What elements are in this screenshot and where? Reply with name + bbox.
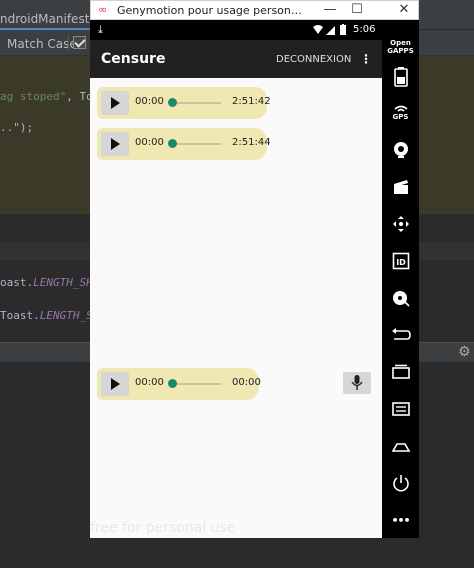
code-line-1: ag stoped", Toa xyxy=(0,90,99,103)
audio-player: 00:00 00:00 xyxy=(97,368,261,400)
device-screen: ⤓ 5:06 Censure DECONNEXION ⋮ 00:00 2:51:… xyxy=(90,20,382,538)
status-time: 5:06 xyxy=(353,24,376,35)
total-duration: 2:51:44 xyxy=(232,137,271,148)
window-title: Genymotion pour usage personne... xyxy=(117,4,307,17)
home-icon xyxy=(391,443,410,452)
back-button[interactable] xyxy=(382,320,419,350)
power-icon xyxy=(392,475,409,492)
genymotion-logo-icon: ∞ xyxy=(98,3,108,16)
power-button[interactable] xyxy=(382,468,419,498)
total-duration: 00:00 xyxy=(232,377,261,388)
find-bar-separator xyxy=(68,34,69,52)
genymotion-toolbar: Open GAPPS GPS ID ••• xyxy=(382,20,419,538)
minimize-button[interactable]: — xyxy=(317,1,343,19)
audio-player: 00:00 2:51:44 xyxy=(97,128,271,160)
clapperboard-icon xyxy=(393,180,408,194)
device-id-button[interactable]: ID xyxy=(382,246,419,276)
disk-io-button[interactable] xyxy=(382,283,419,313)
opengapps-button[interactable]: Open GAPPS xyxy=(382,32,419,62)
battery-icon xyxy=(393,67,408,87)
overflow-menu-icon[interactable]: ⋮ xyxy=(360,52,372,66)
total-duration: 2:51:42 xyxy=(232,96,271,107)
close-button[interactable]: ✕ xyxy=(391,1,417,19)
microphone-icon xyxy=(351,375,363,390)
seek-track[interactable] xyxy=(173,143,221,145)
code-line-4: Toast.LENGTH_S xyxy=(0,309,93,322)
deconnexion-button[interactable]: DECONNEXION xyxy=(276,54,351,65)
recent-apps-icon xyxy=(391,364,410,379)
genymotion-title-bar: ∞ Genymotion pour usage personne... — ☐ … xyxy=(90,0,419,20)
match-case-option[interactable]: Match Case xyxy=(7,37,77,51)
maximize-button[interactable]: ☐ xyxy=(344,1,370,19)
signal-icon xyxy=(326,26,335,35)
svg-text:ID: ID xyxy=(396,258,406,267)
disk-icon xyxy=(392,291,410,307)
webcam-icon xyxy=(393,142,408,158)
play-button[interactable] xyxy=(101,372,129,396)
audio-player: 00:00 2:51:42 xyxy=(97,87,271,119)
more-options-icon[interactable]: ••• xyxy=(382,505,419,535)
gps-button[interactable]: GPS xyxy=(382,98,419,128)
current-time: 00:00 xyxy=(135,137,164,148)
seek-thumb[interactable] xyxy=(168,379,177,388)
app-title: Censure xyxy=(101,51,166,67)
status-bar: ⤓ 5:06 xyxy=(90,20,382,40)
wifi-icon xyxy=(313,25,323,34)
record-button[interactable] xyxy=(343,372,371,394)
opengapps-icon: Open GAPPS xyxy=(387,39,414,55)
menu-icon xyxy=(391,402,410,416)
code-string: ag stoped" xyxy=(0,90,67,103)
menu-button[interactable] xyxy=(382,394,419,424)
remote-control-button[interactable] xyxy=(382,209,419,239)
play-button[interactable] xyxy=(101,91,129,115)
wifi-signal-icon xyxy=(393,105,408,112)
seek-thumb[interactable] xyxy=(168,139,177,148)
seek-track[interactable] xyxy=(173,383,221,385)
webcam-button[interactable] xyxy=(382,135,419,165)
battery-icon xyxy=(340,25,346,35)
code-field: LENGTH_S xyxy=(39,309,93,322)
code-plain-text: Toast. xyxy=(0,309,40,322)
download-notification-icon: ⤓ xyxy=(98,23,103,36)
seek-track[interactable] xyxy=(173,102,221,104)
seek-thumb[interactable] xyxy=(168,98,177,107)
current-time: 00:00 xyxy=(135,96,164,107)
code-line-3: oast.LENGTH_SHO xyxy=(0,276,99,289)
home-button[interactable] xyxy=(382,431,419,461)
screencast-button[interactable] xyxy=(382,172,419,202)
app-bar: Censure DECONNEXION ⋮ xyxy=(90,40,382,78)
find-bar-checkbox[interactable] xyxy=(73,36,86,49)
battery-button[interactable] xyxy=(382,62,419,92)
status-icons xyxy=(313,24,346,35)
back-arrow-icon xyxy=(391,328,411,340)
code-plain-text: oast. xyxy=(0,276,34,289)
play-button[interactable] xyxy=(101,132,129,156)
recent-apps-button[interactable] xyxy=(382,357,419,387)
id-card-icon: ID xyxy=(392,252,409,270)
watermark-text: free for personal use xyxy=(90,520,236,536)
code-line-2: .."); xyxy=(0,121,34,134)
gps-label: GPS xyxy=(392,113,409,121)
move-arrows-icon xyxy=(392,216,409,232)
current-time: 00:00 xyxy=(135,377,164,388)
gear-icon[interactable]: ⚙ xyxy=(458,344,471,360)
